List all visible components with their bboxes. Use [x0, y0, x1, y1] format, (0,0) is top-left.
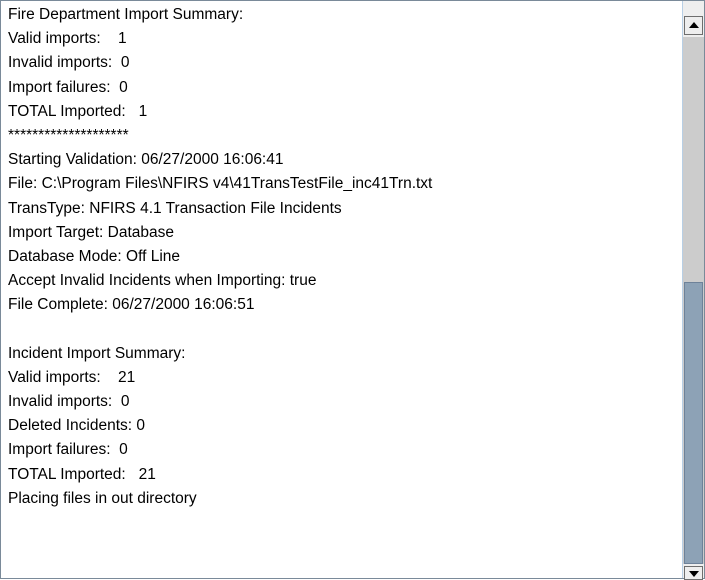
log-line: Accept Invalid Incidents when Importing:… — [8, 272, 317, 290]
log-line: Import failures: 0 — [8, 78, 128, 96]
scroll-thumb[interactable] — [684, 282, 703, 564]
scroll-track[interactable] — [683, 37, 704, 564]
arrow-down-icon — [689, 571, 699, 577]
log-line — [8, 317, 682, 341]
log-line: Valid imports: 1 — [8, 30, 127, 48]
vertical-scrollbar[interactable] — [682, 1, 704, 580]
arrow-up-icon — [689, 22, 699, 28]
log-line: File Complete: 06/27/2000 16:06:51 — [8, 296, 255, 314]
log-lines: Fire Department Import Summary: Valid im… — [1, 1, 682, 511]
log-line: File: C:\Program Files\NFIRS v4\41TransT… — [8, 175, 433, 193]
log-line: Invalid imports: 0 — [8, 54, 130, 72]
log-panel: Fire Department Import Summary: Valid im… — [0, 0, 705, 580]
log-line: TOTAL Imported: 1 — [8, 102, 148, 120]
log-line: ******************** — [8, 126, 129, 144]
log-line: TransType: NFIRS 4.1 Transaction File In… — [8, 199, 342, 217]
log-line: Incident Import Summary: — [8, 344, 186, 362]
log-line: Invalid imports: 0 — [8, 393, 130, 410]
log-line: Database Mode: Off Line — [8, 247, 181, 265]
log-line: Import Target: Database — [8, 223, 174, 241]
log-line: Deleted Incidents: 0 — [8, 417, 146, 435]
log-line: Starting Validation: 06/27/2000 16:06:41 — [8, 151, 284, 169]
log-line: Fire Department Import Summary: — [8, 6, 244, 23]
scroll-up-button[interactable] — [684, 16, 703, 35]
log-line: Valid imports: 21 — [8, 368, 136, 386]
scroll-down-button[interactable] — [684, 566, 703, 580]
log-line: Import failures: 0 — [8, 441, 128, 459]
log-line: TOTAL Imported: 21 — [8, 465, 156, 483]
log-line: Placing files in out directory — [8, 489, 197, 507]
log-text-area[interactable]: Fire Department Import Summary: Valid im… — [1, 1, 682, 578]
scrollbar-cap — [683, 1, 704, 15]
